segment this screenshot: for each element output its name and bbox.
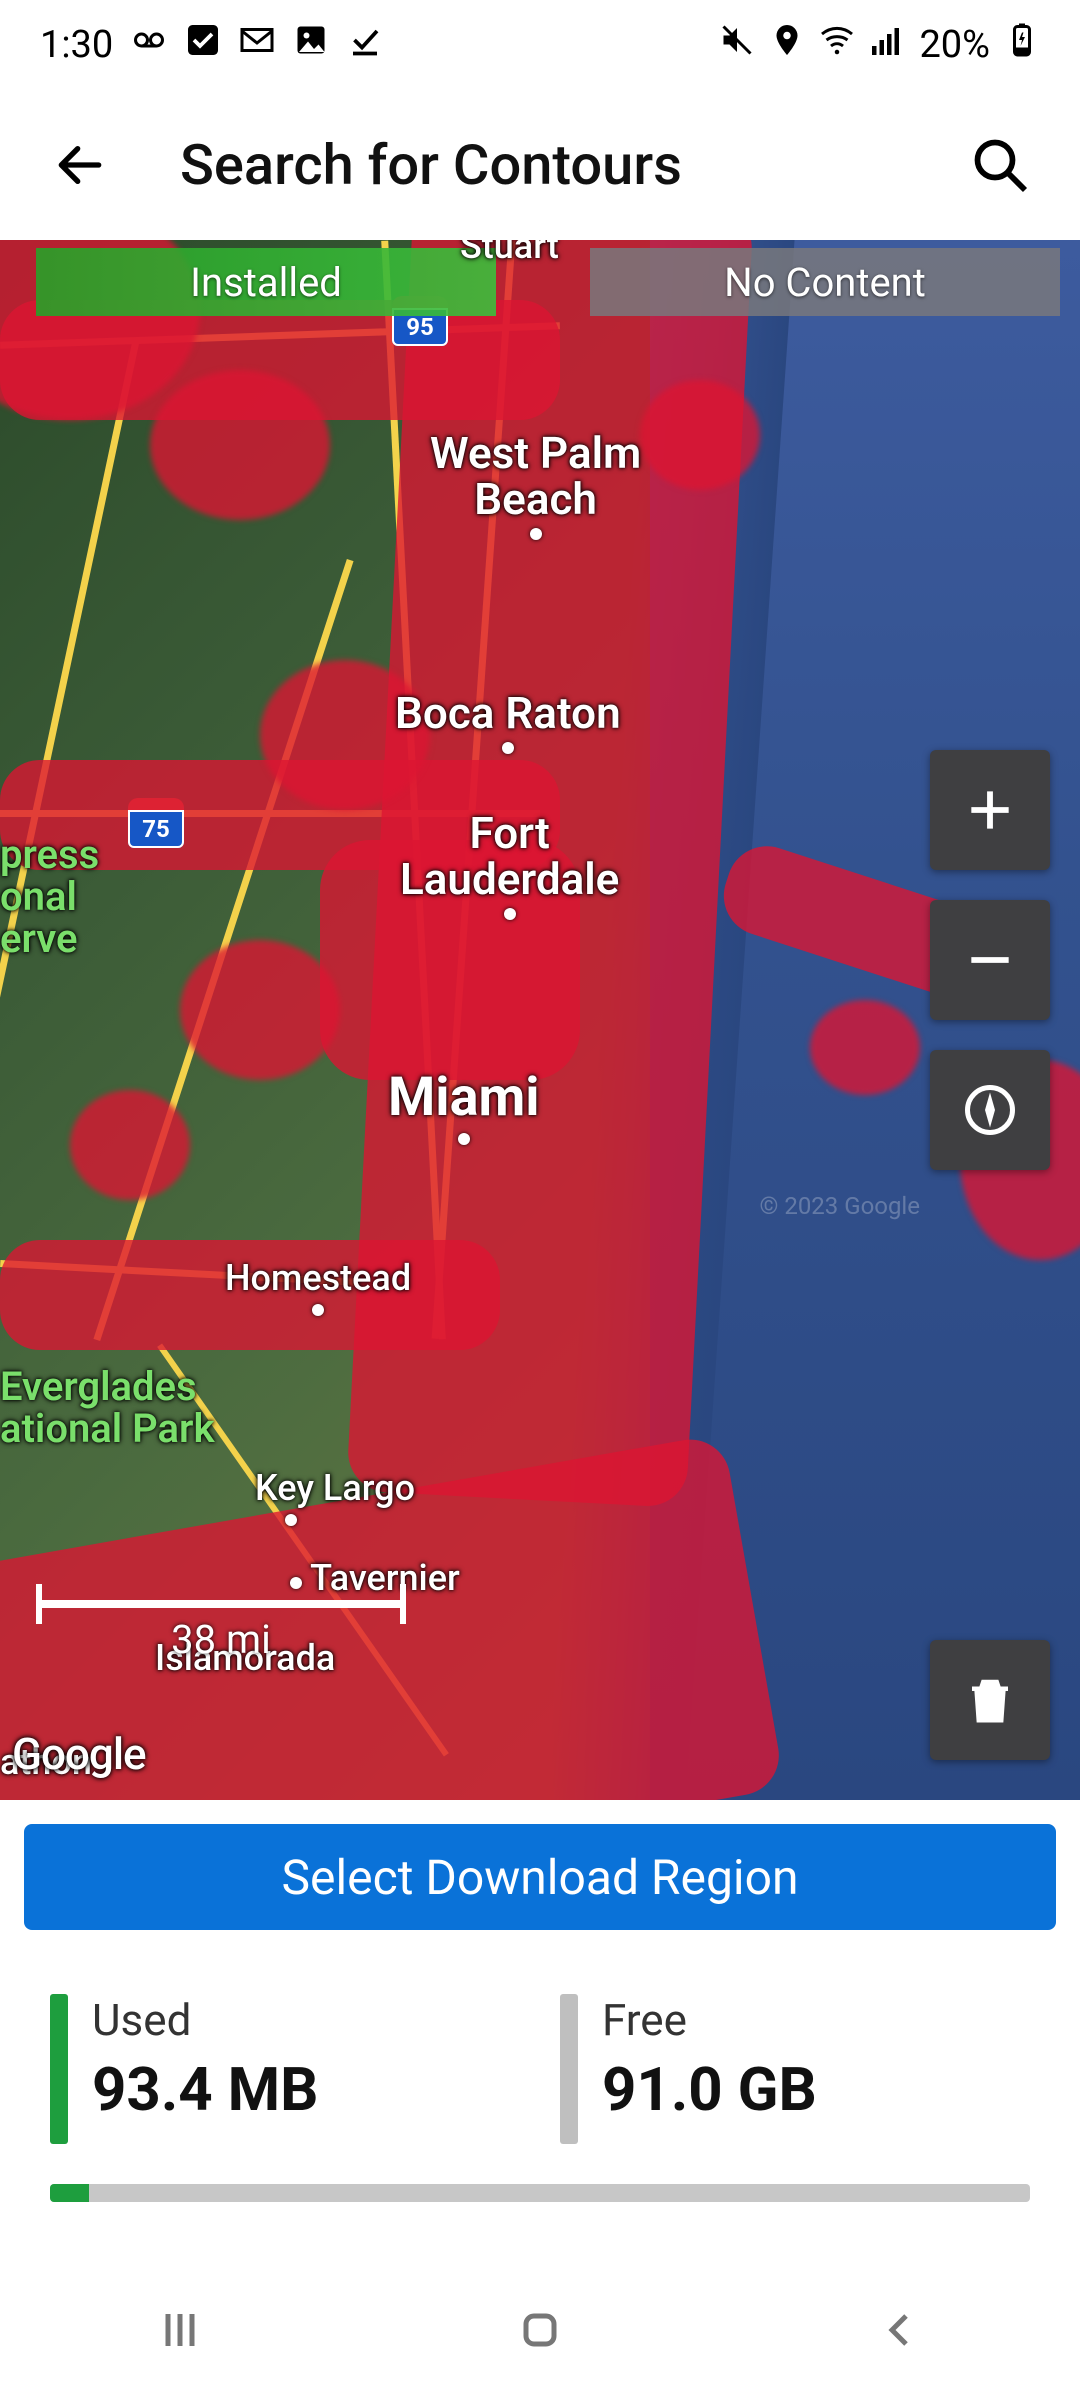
- park-everglades: Evergladesational Park: [0, 1366, 215, 1450]
- status-bar: 1:30 20%: [0, 0, 1080, 90]
- used-label: Used: [92, 1994, 318, 2046]
- back-button[interactable]: [40, 125, 120, 205]
- battery-text: 20%: [919, 23, 990, 67]
- compass-icon: [960, 1080, 1020, 1140]
- tile-credit: © 2023 Google: [760, 1192, 920, 1220]
- nav-recents-button[interactable]: [140, 2290, 220, 2370]
- used-indicator: [50, 1994, 68, 2144]
- system-nav-bar: [0, 2260, 1080, 2400]
- status-time: 1:30: [40, 23, 113, 67]
- place-homestead: Homestead: [225, 1260, 411, 1316]
- download-done-icon: [347, 22, 383, 68]
- used-value: 93.4 MB: [92, 2054, 318, 2125]
- free-value: 91.0 GB: [602, 2054, 817, 2125]
- compass-button[interactable]: [930, 1050, 1050, 1170]
- storage-panel: Used 93.4 MB Free 91.0 GB: [0, 1954, 1080, 2154]
- nav-back-button[interactable]: [860, 2290, 940, 2370]
- recents-icon: [156, 2306, 204, 2354]
- select-download-region-button[interactable]: Select Download Region: [24, 1824, 1056, 1930]
- zoom-in-button[interactable]: [930, 750, 1050, 870]
- free-label: Free: [602, 1994, 817, 2046]
- location-icon: [769, 22, 805, 68]
- battery-icon: [1004, 22, 1040, 68]
- trash-icon: [963, 1673, 1017, 1727]
- zoom-out-button[interactable]: [930, 900, 1050, 1020]
- free-indicator: [560, 1994, 578, 2144]
- arrow-left-icon: [52, 137, 108, 193]
- place-key-largo: Key Largo: [255, 1470, 415, 1526]
- place-boca-raton: Boca Raton: [395, 690, 621, 754]
- chevron-left-icon: [876, 2306, 924, 2354]
- nav-home-button[interactable]: [500, 2290, 580, 2370]
- storage-used: Used 93.4 MB: [50, 1994, 520, 2144]
- wifi-icon: [819, 22, 855, 68]
- place-stuart: Stuart: [460, 240, 559, 266]
- place-tavernier: Tavernier: [290, 1560, 460, 1598]
- check-box-icon: [185, 22, 221, 68]
- google-attribution: Google: [12, 1728, 146, 1780]
- mute-icon: [719, 22, 755, 68]
- park-big-cypress: pressonalerve: [0, 834, 99, 960]
- voicemail-icon: [131, 22, 167, 68]
- storage-progress-fill: [50, 2184, 89, 2202]
- place-west-palm-beach: West PalmBeach: [430, 430, 641, 540]
- map-viewport[interactable]: 95 75 Installed No Content Stuart West P…: [0, 240, 1080, 1800]
- app-bar: Search for Contours: [0, 90, 1080, 240]
- plus-icon: [962, 782, 1018, 838]
- home-icon: [516, 2306, 564, 2354]
- storage-free: Free 91.0 GB: [560, 1994, 1030, 2144]
- image-icon: [293, 22, 329, 68]
- scale-bar: 38 mi: [36, 1600, 406, 1660]
- place-miami: Miami: [388, 1070, 540, 1145]
- search-icon: [970, 135, 1030, 195]
- page-title: Search for Contours: [180, 132, 900, 198]
- search-button[interactable]: [960, 125, 1040, 205]
- delete-button[interactable]: [930, 1640, 1050, 1760]
- select-region-label: Select Download Region: [282, 1849, 799, 1906]
- interstate-75-shield: 75: [128, 798, 184, 848]
- legend-installed: Installed: [36, 248, 496, 316]
- gmail-icon: [239, 22, 275, 68]
- storage-progress: [50, 2184, 1030, 2202]
- place-fort-lauderdale: FortLauderdale: [400, 810, 619, 920]
- legend-no-content: No Content: [590, 248, 1060, 316]
- signal-icon: [869, 22, 905, 68]
- minus-icon: [962, 932, 1018, 988]
